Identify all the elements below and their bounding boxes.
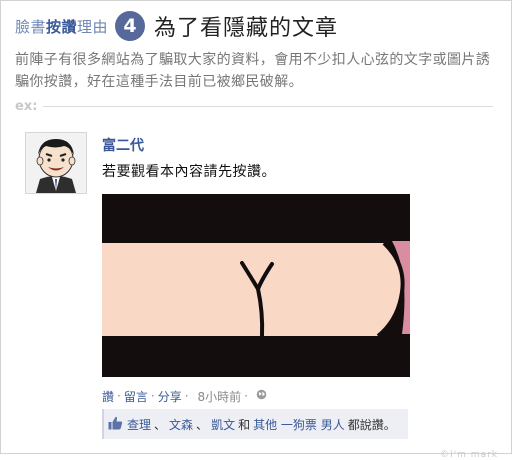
cartoon-man-avatar-icon: [26, 133, 86, 193]
article-card: 臉書按讚理由 4 為了看隱藏的文章 前陣子有很多網站為了騙取大家的資料，會用不少…: [0, 0, 512, 454]
hidden-content-image: [102, 194, 410, 377]
separator-dot: ·: [117, 389, 121, 403]
brand-text-1: 臉書: [15, 17, 47, 36]
likes-connector: 和: [238, 417, 251, 432]
liker-name[interactable]: 查理: [127, 416, 151, 433]
watermark: ©I'm mark: [440, 450, 498, 460]
like-link[interactable]: 讚: [102, 388, 114, 405]
share-link[interactable]: 分享: [158, 388, 182, 405]
separator-dot: ·: [150, 389, 155, 403]
reason-title: 為了看隱藏的文章: [154, 16, 339, 41]
list-separator: 、: [154, 417, 167, 432]
avatar[interactable]: [25, 132, 87, 194]
brand-text-2: 理由: [77, 17, 109, 36]
liker-name[interactable]: 文森: [169, 416, 193, 433]
other-likers-link[interactable]: 其他 一狗票 男人: [253, 416, 345, 433]
series-brand: 臉書按讚理由: [15, 16, 108, 37]
example-label: ex:: [15, 99, 38, 114]
likes-suffix: 都說讚。: [347, 417, 396, 432]
reason-description: 前陣子有很多網站為了騙取大家的資料，會用不少扣人心弦的文字或圖片誘騙你按讚，好在…: [15, 52, 491, 90]
post-text: 若要觀看本內容請先按讚。: [102, 164, 276, 180]
globe-icon: [256, 389, 267, 403]
divider-line: [43, 106, 493, 107]
brand-text-bold: 按讚: [46, 17, 78, 36]
post-image[interactable]: [102, 194, 410, 377]
thumbs-up-icon: [108, 416, 123, 433]
example-divider: ex:: [15, 99, 493, 114]
post-timestamp[interactable]: 8小時前: [198, 388, 242, 405]
post-author-name[interactable]: 富二代: [102, 135, 144, 155]
comment-link[interactable]: 留言: [124, 388, 148, 405]
liker-name[interactable]: 凱文: [211, 416, 235, 433]
post-actions: 讚 · 留言 · 分享 · 8小時前 ·: [102, 388, 267, 404]
likes-summary: 查理 、 文森 、 凱文 和 其他 一狗票 男人 都說讚。: [102, 409, 408, 439]
reason-number-badge: 4: [115, 11, 146, 41]
section-header: 臉書按讚理由 4 為了看隱藏的文章: [15, 9, 338, 43]
list-separator: 、: [196, 417, 209, 432]
separator-dot: ·: [184, 389, 189, 403]
separator-dot: ·: [244, 389, 248, 403]
